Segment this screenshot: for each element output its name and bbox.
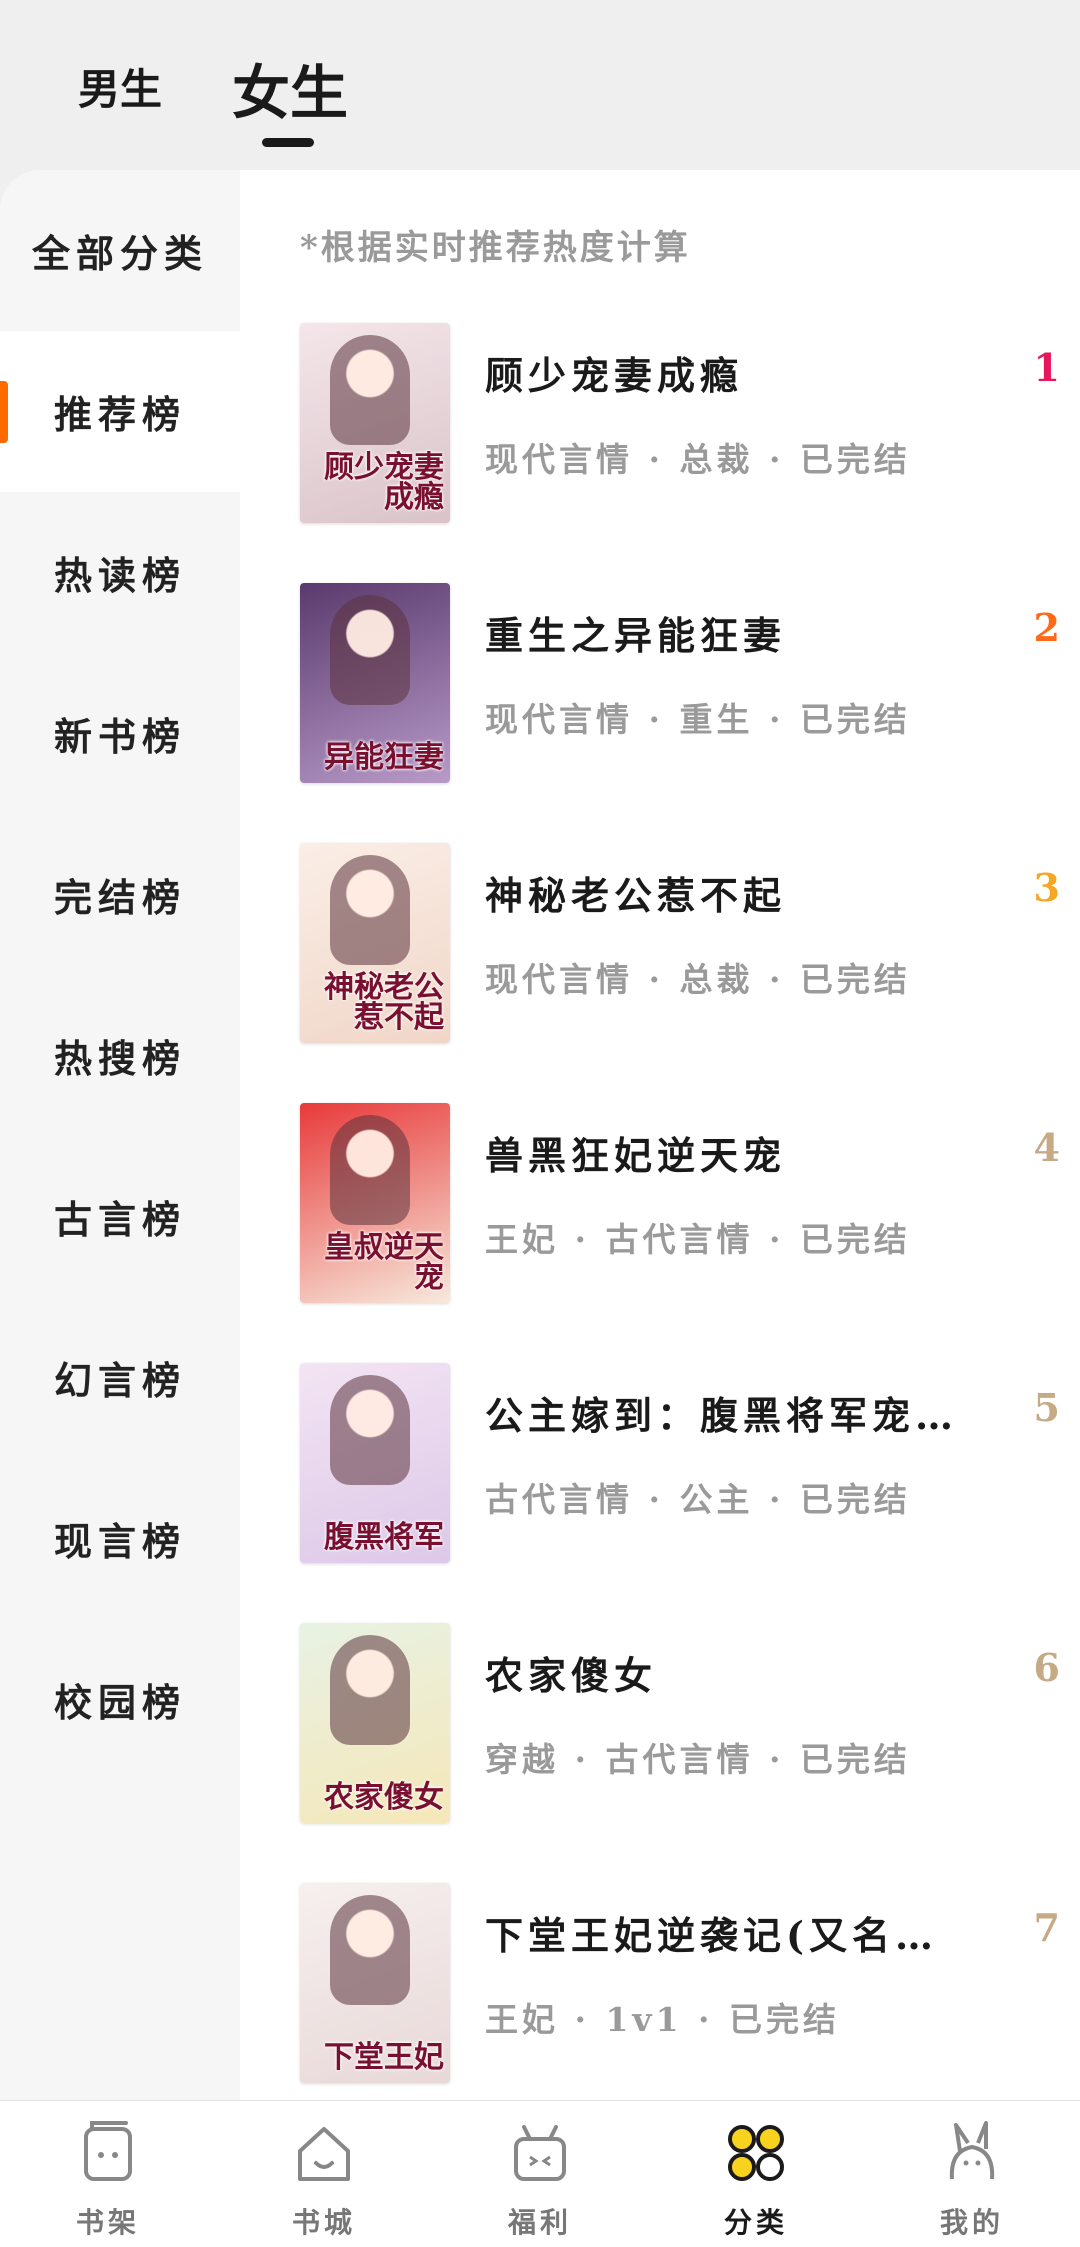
book-meta: 现代言情 · 重生 · 已完结: [485, 700, 911, 739]
nav-label: 分类: [723, 2206, 788, 2239]
book-title: 农家傻女: [485, 1653, 658, 1698]
gift-icon: [514, 2125, 566, 2181]
nav-label: 书城: [291, 2206, 356, 2239]
cover-illustration: [330, 855, 410, 965]
cover-title: 农家傻女: [324, 1780, 444, 1815]
sidebar-item-ancient-romance[interactable]: 古言榜: [0, 1136, 240, 1297]
tab-male[interactable]: 男生: [78, 56, 162, 117]
book-cover[interactable]: 腹黑将军: [300, 1363, 450, 1563]
book-meta: 王妃 · 1v1 · 已完结: [485, 2000, 841, 2039]
cover-illustration: [330, 1115, 410, 1225]
cover-illustration: [330, 1635, 410, 1745]
sidebar-item-label: 新书榜: [53, 714, 186, 759]
book-meta: 现代言情 · 总裁 · 已完结: [485, 960, 911, 999]
tab-female[interactable]: 女生: [232, 46, 348, 130]
nav-category[interactable]: 分类: [648, 2101, 864, 2247]
sidebar-item-hot-search[interactable]: 热搜榜: [0, 975, 240, 1136]
bookshelf-icon: [84, 2121, 132, 2181]
nav-label: 书架: [75, 2206, 140, 2239]
rank-number: 6: [1033, 1645, 1060, 1690]
cover-title: 腹黑将军: [324, 1520, 444, 1555]
book-cover[interactable]: 皇叔逆天宠: [300, 1103, 450, 1303]
sidebar-item-label: 热搜榜: [53, 1036, 186, 1081]
rank-number: 3: [1033, 865, 1060, 910]
sidebar-item-label: 古言榜: [53, 1197, 186, 1242]
cover-title: 皇叔逆天宠: [324, 1230, 444, 1295]
sidebar-item-recommended[interactable]: 推荐榜: [0, 331, 240, 492]
rank-number: 7: [1033, 1905, 1060, 1950]
rank-number: 1: [1033, 345, 1060, 390]
sidebar-item-label: 幻言榜: [53, 1358, 186, 1403]
gender-tabs: 男生 女生: [0, 0, 1080, 170]
book-cover[interactable]: 农家傻女: [300, 1623, 450, 1823]
category-sidebar: 全部分类 推荐榜 热读榜 新书榜 完结榜 热搜榜 古言榜 幻言榜 现言榜 校园榜: [0, 170, 240, 2100]
book-item[interactable]: 农家傻女 农家傻女 穿越 · 古代言情 · 已完结 6: [300, 1623, 1060, 1823]
sidebar-item-new-books[interactable]: 新书榜: [0, 653, 240, 814]
sidebar-item-hot-read[interactable]: 热读榜: [0, 492, 240, 653]
sidebar-item-label: 热读榜: [53, 553, 186, 598]
book-cover[interactable]: 神秘老公惹不起: [300, 843, 450, 1043]
book-item[interactable]: 异能狂妻 重生之异能狂妻 现代言情 · 重生 · 已完结 2: [300, 583, 1060, 783]
cover-illustration: [330, 335, 410, 445]
nav-label: 福利: [507, 2206, 572, 2239]
book-title: 顾少宠妻成瘾: [485, 353, 744, 398]
ranking-list: *根据实时推荐热度计算 顾少宠妻成瘾 顾少宠妻成瘾 现代言情 · 总裁 · 已完…: [240, 170, 1080, 2100]
cover-title: 异能狂妻: [324, 740, 444, 775]
book-item[interactable]: 腹黑将军 公主嫁到：腹黑将军宠上天 古代言情 · 公主 · 已完结 5: [300, 1363, 1060, 1563]
book-cover[interactable]: 异能狂妻: [300, 583, 450, 783]
sidebar-item-all-categories[interactable]: 全部分类: [0, 170, 240, 331]
sidebar-item-modern-romance[interactable]: 现言榜: [0, 1458, 240, 1619]
sidebar-item-campus[interactable]: 校园榜: [0, 1619, 240, 1780]
book-meta: 穿越 · 古代言情 · 已完结: [485, 1740, 911, 1779]
cover-title: 顾少宠妻成瘾: [324, 450, 444, 515]
tab-indicator: [262, 138, 314, 147]
cover-title: 神秘老公惹不起: [324, 970, 444, 1035]
book-meta: 古代言情 · 公主 · 已完结: [485, 1480, 911, 1519]
cover-title: 下堂王妃: [324, 2040, 444, 2075]
sidebar-item-label: 全部分类: [31, 231, 208, 276]
book-title: 重生之异能狂妻: [485, 613, 787, 658]
book-item[interactable]: 皇叔逆天宠 兽黑狂妃逆天宠 王妃 · 古代言情 · 已完结 4: [300, 1103, 1060, 1303]
cover-illustration: [330, 1375, 410, 1485]
active-indicator: [0, 381, 8, 443]
sidebar-item-completed[interactable]: 完结榜: [0, 814, 240, 975]
book-meta: 王妃 · 古代言情 · 已完结: [485, 1220, 911, 1259]
book-cover[interactable]: 下堂王妃: [300, 1883, 450, 2083]
book-cover[interactable]: 顾少宠妻成瘾: [300, 323, 450, 523]
bookstore-icon: [298, 2127, 350, 2181]
nav-profile[interactable]: 我的: [864, 2101, 1080, 2247]
sidebar-item-fantasy-romance[interactable]: 幻言榜: [0, 1297, 240, 1458]
bottom-nav: 书架 书城 福利 分类 我的: [0, 2100, 1080, 2247]
cover-illustration: [330, 1895, 410, 2005]
nav-label: 我的: [939, 2206, 1004, 2239]
rank-number: 2: [1033, 605, 1060, 650]
sidebar-item-label: 现言榜: [53, 1519, 186, 1564]
profile-icon: [949, 2121, 995, 2180]
nav-bookstore[interactable]: 书城: [216, 2101, 432, 2247]
book-item[interactable]: 下堂王妃 下堂王妃逆袭记(又名：王妃逆袭) 王妃 · 1v1 · 已完结 7: [300, 1883, 1060, 2083]
book-title: 兽黑狂妃逆天宠: [485, 1133, 787, 1178]
category-icon: [728, 2125, 784, 2181]
cover-illustration: [330, 595, 410, 705]
nav-welfare[interactable]: 福利: [432, 2101, 648, 2247]
book-title: 下堂王妃逆袭记(又名：王妃逆袭): [485, 1913, 955, 1958]
book-meta: 现代言情 · 总裁 · 已完结: [485, 440, 911, 479]
sidebar-item-label: 校园榜: [53, 1680, 186, 1725]
book-item[interactable]: 神秘老公惹不起 神秘老公惹不起 现代言情 · 总裁 · 已完结 3: [300, 843, 1060, 1043]
book-title: 公主嫁到：腹黑将军宠上天: [485, 1393, 955, 1438]
ranking-hint: *根据实时推荐热度计算: [300, 228, 691, 268]
rank-number: 5: [1033, 1385, 1060, 1430]
book-item[interactable]: 顾少宠妻成瘾 顾少宠妻成瘾 现代言情 · 总裁 · 已完结 1: [300, 323, 1060, 523]
sidebar-item-label: 完结榜: [53, 875, 186, 920]
book-title: 神秘老公惹不起: [485, 873, 787, 918]
sidebar-item-label: 推荐榜: [53, 392, 186, 437]
rank-number: 4: [1033, 1125, 1060, 1170]
nav-bookshelf[interactable]: 书架: [0, 2101, 216, 2247]
